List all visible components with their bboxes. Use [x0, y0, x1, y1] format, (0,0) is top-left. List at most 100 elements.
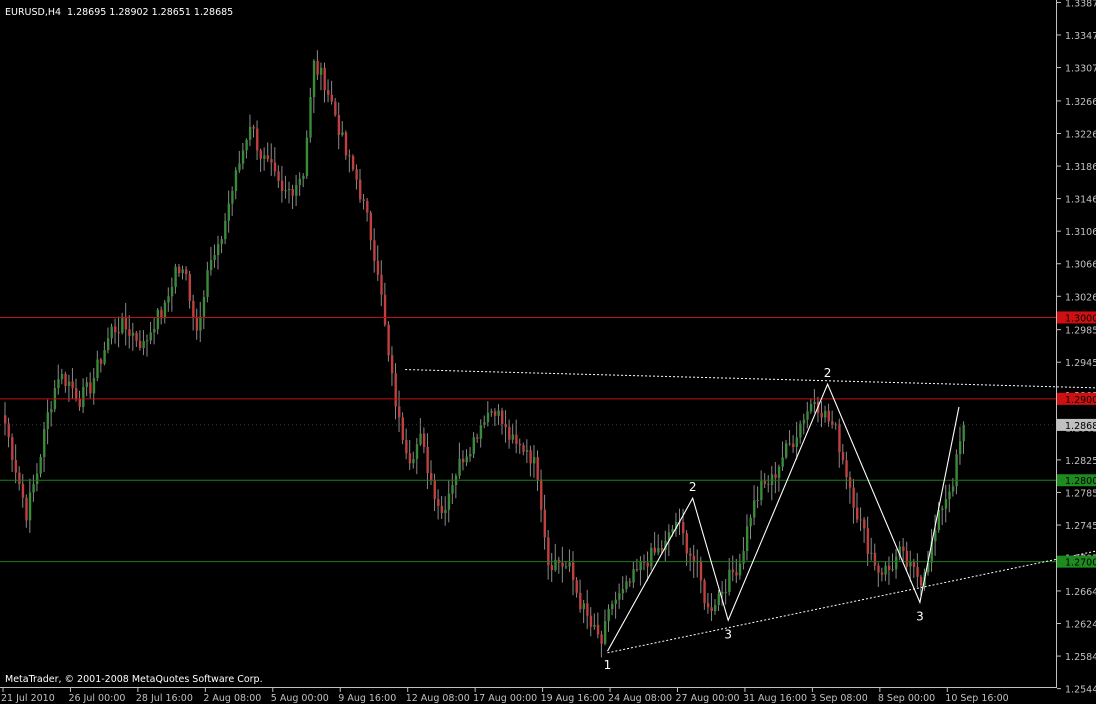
candle-body	[18, 472, 21, 484]
candle-body	[689, 553, 692, 556]
candle-body	[916, 567, 919, 577]
candle-body	[469, 453, 472, 457]
candle-body	[160, 309, 163, 319]
x-tick-label: 12 Aug 08:00	[406, 693, 470, 704]
candle-body	[188, 274, 191, 301]
candle-body	[309, 97, 312, 138]
candle-body	[795, 437, 799, 447]
candle-body	[106, 338, 110, 351]
candle-body	[206, 270, 209, 298]
candle-body	[657, 548, 660, 553]
candle-body	[241, 150, 245, 164]
candle-body	[422, 433, 426, 447]
candle-body	[895, 556, 898, 570]
candle-body	[14, 460, 18, 473]
candle-body	[337, 115, 341, 135]
candle-body	[341, 132, 344, 135]
y-tick-label: 1.27850	[1065, 488, 1096, 499]
candle-body	[486, 412, 490, 423]
candle-body	[660, 548, 664, 551]
price-chart[interactable]: 1 2 3 2 3 1.33870 1.33470 1.33070 1.32660 1.3226…	[0, 0, 1096, 704]
candle-body	[96, 359, 99, 379]
candle-body	[522, 445, 525, 452]
candle-body	[717, 593, 720, 606]
candle-body	[355, 169, 358, 180]
current-price-label: 1.28685	[1065, 421, 1096, 432]
x-tick-label: 24 Aug 08:00	[608, 693, 672, 704]
candle-body	[756, 500, 759, 502]
y-tick-label: 1.32260	[1065, 129, 1096, 140]
y-tick-label: 1.31460	[1065, 195, 1096, 206]
candle-body	[85, 382, 89, 387]
candle-body	[958, 441, 962, 455]
candle-body	[103, 350, 106, 364]
candle-body	[295, 184, 298, 196]
y-tick-label: 1.25440	[1065, 685, 1096, 696]
candle-body	[238, 163, 241, 171]
price-level-label: 1.29000	[1065, 395, 1096, 406]
x-tick-label: 19 Aug 16:00	[541, 693, 605, 704]
x-tick-label: 5 Aug 00:00	[271, 693, 329, 704]
candle-body	[444, 509, 447, 514]
candle-body	[209, 259, 213, 271]
candle-body	[430, 473, 433, 481]
copyright-text: MetaTrader, © 2001-2008 MetaQuotes Softw…	[5, 674, 263, 685]
candle-body	[802, 419, 806, 424]
candle-body	[728, 569, 731, 592]
candle-body	[909, 561, 912, 567]
candle-body	[99, 359, 103, 364]
candle-body	[536, 457, 539, 480]
candle-body	[607, 609, 610, 622]
candle-body	[745, 526, 749, 552]
candle-body	[824, 410, 827, 418]
x-tick-label: 21 Jul 2010	[1, 693, 55, 704]
x-tick-label: 26 Jul 00:00	[68, 693, 125, 704]
candle-body	[28, 492, 32, 521]
y-tick-label: 1.25840	[1065, 652, 1096, 663]
candle-body	[770, 474, 774, 485]
candle-body	[738, 563, 742, 576]
y-tick-label: 1.32660	[1065, 97, 1096, 108]
candle-body	[614, 599, 617, 604]
candle-body	[856, 507, 859, 520]
candle-body	[412, 458, 415, 464]
candle-body	[121, 316, 124, 333]
candle-body	[7, 423, 10, 438]
y-tick-label: 1.30260	[1065, 292, 1096, 303]
candle-body	[529, 450, 532, 464]
candle-body	[870, 552, 873, 554]
candle-body	[273, 162, 277, 172]
candle-body	[213, 255, 216, 260]
candle-body	[369, 212, 373, 241]
candle-body	[941, 508, 944, 510]
candle-body	[21, 483, 25, 498]
candle-body	[763, 481, 767, 484]
candle-body	[777, 466, 781, 478]
candle-body	[735, 572, 738, 576]
candle-body	[181, 269, 184, 274]
candle-body	[174, 266, 177, 287]
x-tick-label: 28 Jul 16:00	[136, 693, 193, 704]
candle-body	[437, 499, 440, 506]
candle-body	[767, 483, 770, 485]
candle-body	[319, 67, 323, 75]
candle-body	[511, 434, 515, 440]
candle-body	[706, 603, 710, 608]
x-tick-label: 27 Aug 00:00	[676, 693, 740, 704]
candle-body	[390, 355, 394, 374]
candle-body	[731, 569, 735, 573]
candle-body	[596, 624, 600, 635]
candle-body	[863, 519, 866, 529]
candle-body	[951, 486, 955, 492]
candle-body	[245, 139, 248, 151]
candle-body	[749, 517, 752, 527]
ohlc-readout: 1.28695 1.28902 1.28651 1.28685	[67, 7, 233, 18]
x-tick-label: 8 Sep 00:00	[878, 693, 935, 704]
y-tick-label: 1.26640	[1065, 587, 1096, 598]
candle-body	[149, 332, 152, 341]
candle-body	[447, 493, 451, 510]
candle-body	[792, 443, 795, 447]
candle-body	[479, 425, 483, 439]
candle-body	[11, 437, 14, 461]
candle-body	[827, 410, 830, 422]
